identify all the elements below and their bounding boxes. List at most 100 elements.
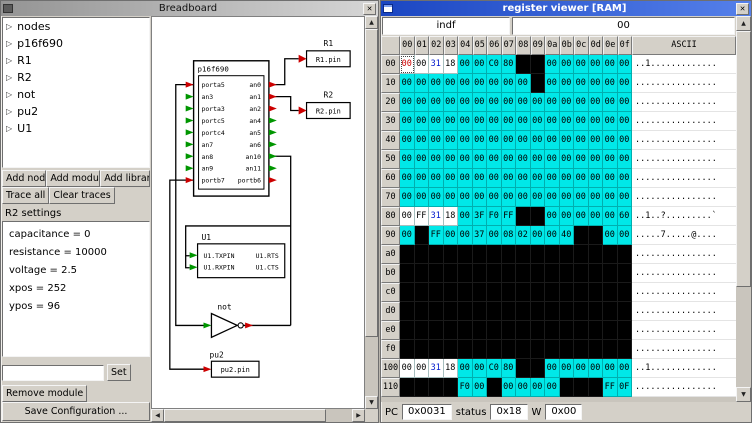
register-cell[interactable]: 00 [603, 93, 618, 112]
register-cell[interactable]: 00 [429, 131, 444, 150]
tree-item-p16f690[interactable]: ▷p16f690 [3, 35, 149, 52]
register-cell[interactable]: 00 [603, 150, 618, 169]
register-cell[interactable]: 0F [618, 378, 633, 397]
expander-icon[interactable]: ▷ [6, 107, 12, 116]
register-cell[interactable] [545, 283, 560, 302]
register-cell[interactable]: 00 [487, 112, 502, 131]
register-cell[interactable] [531, 74, 546, 93]
register-cell[interactable]: 00 [589, 150, 604, 169]
register-cell[interactable]: 00 [531, 131, 546, 150]
register-cell[interactable]: F0 [458, 378, 473, 397]
register-cell[interactable]: 31 [429, 207, 444, 226]
register-cell[interactable] [458, 283, 473, 302]
register-cell[interactable]: 00 [618, 93, 633, 112]
register-cell[interactable]: 00 [400, 55, 415, 74]
register-cell[interactable]: 00 [618, 150, 633, 169]
register-cell[interactable]: 00 [473, 112, 488, 131]
register-cell[interactable]: 00 [487, 93, 502, 112]
register-cell[interactable]: 00 [560, 188, 575, 207]
register-cell[interactable] [618, 245, 633, 264]
register-cell[interactable]: 00 [618, 359, 633, 378]
register-cell[interactable]: 00 [429, 169, 444, 188]
add-module-button[interactable]: Add module [46, 170, 100, 187]
register-cell[interactable] [487, 264, 502, 283]
register-cell[interactable] [473, 264, 488, 283]
register-cell[interactable]: 00 [444, 112, 459, 131]
pu2-module[interactable]: pu2 pu2.pin [204, 350, 259, 377]
register-cell[interactable]: 00 [429, 112, 444, 131]
register-cell[interactable]: 00 [531, 188, 546, 207]
register-cell[interactable] [516, 245, 531, 264]
register-cell[interactable] [531, 359, 546, 378]
register-cell[interactable]: 18 [444, 207, 459, 226]
register-cell[interactable]: 00 [516, 188, 531, 207]
register-cell[interactable]: 00 [589, 74, 604, 93]
register-cell[interactable]: 00 [574, 188, 589, 207]
register-cell[interactable] [618, 340, 633, 359]
register-cell[interactable]: 00 [618, 55, 633, 74]
tree-item-R2[interactable]: ▷R2 [3, 69, 149, 86]
register-cell[interactable]: 00 [400, 169, 415, 188]
set-button[interactable]: Set [107, 364, 131, 381]
register-cell[interactable]: 00 [589, 359, 604, 378]
scrollbar-thumb[interactable] [365, 29, 378, 337]
register-cell[interactable]: 00 [444, 226, 459, 245]
register-cell[interactable]: 31 [429, 55, 444, 74]
scroll-left-icon[interactable]: ◀ [151, 409, 164, 422]
register-cell[interactable]: 00 [473, 169, 488, 188]
register-cell[interactable]: 00 [400, 207, 415, 226]
register-cell[interactable]: 00 [603, 169, 618, 188]
register-cell[interactable]: 00 [589, 169, 604, 188]
register-cell[interactable]: 00 [589, 112, 604, 131]
register-cell[interactable]: 02 [516, 226, 531, 245]
window-menu-icon[interactable] [3, 4, 13, 13]
register-cell[interactable] [429, 321, 444, 340]
register-cell[interactable]: F0 [487, 207, 502, 226]
register-cell[interactable] [531, 283, 546, 302]
register-cell[interactable]: 18 [444, 55, 459, 74]
register-cell[interactable] [516, 283, 531, 302]
register-cell[interactable]: 00 [603, 74, 618, 93]
register-cell[interactable]: 00 [458, 150, 473, 169]
register-cell[interactable] [429, 245, 444, 264]
register-cell[interactable]: 00 [400, 359, 415, 378]
register-cell[interactable]: 00 [618, 188, 633, 207]
r1-module[interactable]: R1 R1.pin [299, 39, 351, 67]
register-cell[interactable] [444, 321, 459, 340]
register-cell[interactable]: 00 [545, 93, 560, 112]
register-cell[interactable]: 00 [618, 74, 633, 93]
register-cell[interactable]: FF [429, 226, 444, 245]
register-cell[interactable] [560, 378, 575, 397]
register-cell[interactable]: 00 [603, 207, 618, 226]
register-cell[interactable] [400, 245, 415, 264]
register-cell[interactable] [531, 264, 546, 283]
register-cell[interactable]: 00 [560, 169, 575, 188]
register-cell[interactable] [458, 264, 473, 283]
scrollbar-track[interactable] [164, 409, 352, 422]
register-cell[interactable]: 00 [473, 378, 488, 397]
register-cell[interactable]: 00 [415, 131, 430, 150]
register-cell[interactable] [473, 321, 488, 340]
register-cell[interactable] [487, 283, 502, 302]
register-cell[interactable]: 80 [502, 55, 517, 74]
register-cell[interactable]: 00 [545, 226, 560, 245]
register-cell[interactable]: 00 [444, 74, 459, 93]
register-cell[interactable]: 00 [400, 188, 415, 207]
register-cell[interactable]: FF [603, 378, 618, 397]
register-cell[interactable] [444, 378, 459, 397]
register-cell[interactable]: 00 [531, 226, 546, 245]
register-cell[interactable]: 00 [589, 55, 604, 74]
register-cell[interactable] [589, 321, 604, 340]
u1-module[interactable]: U1 U1.TXPINU1.RTSU1.RXPINU1.CTS [190, 233, 285, 278]
register-cell[interactable]: 00 [502, 131, 517, 150]
scrollbar-track[interactable] [736, 31, 751, 387]
register-cell[interactable] [429, 340, 444, 359]
register-cell[interactable]: 00 [560, 150, 575, 169]
register-cell[interactable] [618, 321, 633, 340]
register-cell[interactable] [473, 283, 488, 302]
register-cell[interactable] [603, 245, 618, 264]
module-tree[interactable]: ▷nodes▷p16f690▷R1▷R2▷not▷pu2▷U1 [2, 17, 150, 168]
register-cell[interactable] [531, 245, 546, 264]
register-cell[interactable]: 00 [458, 207, 473, 226]
register-cell[interactable] [516, 207, 531, 226]
